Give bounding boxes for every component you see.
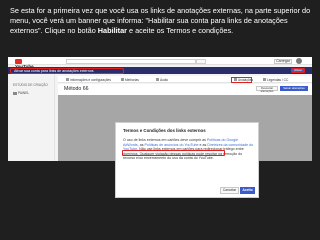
pencil-icon [66,78,69,82]
search-icon[interactable] [196,58,206,64]
tab-label: Áudio [160,77,169,82]
sidebar: ESTÚDIO DE CRIAÇÃO PAINEL [8,74,55,161]
video-title: Método 66 [64,86,89,92]
sidebar-item-dashboard[interactable]: PAINEL [13,91,51,96]
banner-highlight [10,67,124,74]
tab-label: Informações e configurações [70,77,111,82]
upload-button[interactable]: Carregar [274,58,292,64]
accept-button[interactable]: Aceito [240,187,255,194]
save-changes-button[interactable]: Salvar alterações [280,86,308,91]
dialog-text-c: e as [198,142,208,147]
tab-enhancements[interactable]: Melhorias [121,78,139,82]
youtube-header: YouTube Carregar [8,57,312,69]
dialog-text-highlight [122,150,225,156]
wand-icon [121,78,124,82]
dialog-text-a: O uso de links externos em cartões deve … [123,138,207,142]
dialog-title: Termos e Condições dos links externos [123,128,206,133]
search-input[interactable] [66,58,196,64]
tab-label: Melhorias [125,77,139,82]
tab-label: Legendas / CC [267,77,289,82]
cancel-button[interactable]: Cancelar [220,187,239,194]
instruction-text: Se esta for a primeira vez que você usa … [10,6,312,37]
subtitles-icon [263,78,266,82]
sidebar-item-label: PAINEL [18,91,30,95]
sidebar-title: ESTÚDIO DE CRIAÇÃO [13,83,48,87]
editor-toolbar: Informações e configurações Melhorias Áu… [58,76,312,83]
dashboard-icon [13,91,17,95]
tab-info-settings[interactable]: Informações e configurações [66,78,111,82]
annotations-tab-highlight [231,76,252,83]
instruction-bold: Habilitar [97,26,127,36]
tab-subtitles[interactable]: Legendas / CC [263,78,288,82]
music-icon [156,78,159,82]
instruction-part2: e aceite os Termos e condições. [126,26,234,36]
external-links-banner: Ativar sua conta para links de anotações… [8,67,312,74]
youtube-logo[interactable]: YouTube [15,58,37,69]
ads-policy-link[interactable]: Políticas de anúncios do YouTube [145,143,199,147]
dialog-text-b: , as [137,142,145,147]
activate-button[interactable]: Ativar [291,68,305,73]
avatar[interactable] [296,58,302,64]
terms-dialog: Termos e Condições dos links externos O … [115,122,259,198]
tab-audio[interactable]: Áudio [156,78,168,82]
discard-changes-button[interactable]: Descartar alterações [256,86,278,93]
